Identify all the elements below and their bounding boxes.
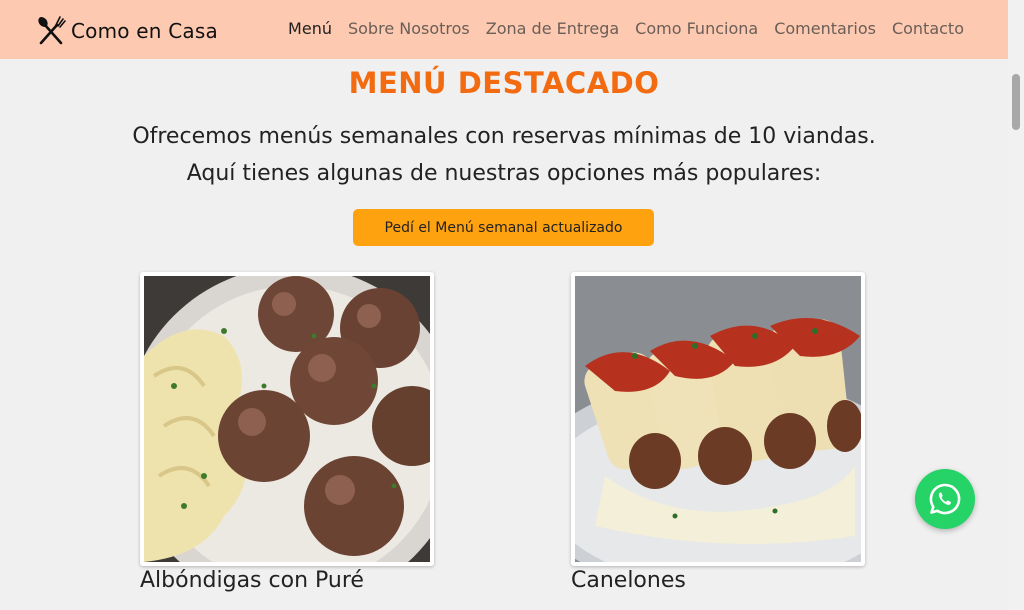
dish-card[interactable]: Albóndigas con Puré	[140, 272, 434, 593]
nav-item-zona-de-entrega[interactable]: Zona de Entrega	[486, 19, 619, 38]
nav-item-comentarios[interactable]: Comentarios	[774, 19, 876, 38]
scrollbar-thumb[interactable]	[1012, 74, 1020, 130]
intro-line-1: Ofrecemos menús semanales con reservas m…	[132, 124, 876, 149]
intro-line-2: Aquí tienes algunas de nuestras opciones…	[186, 161, 822, 186]
nav-item-contacto[interactable]: Contacto	[892, 19, 964, 38]
dish-card[interactable]: Canelones	[571, 272, 865, 593]
whatsapp-button[interactable]	[915, 469, 975, 529]
dish-name: Albóndigas con Puré	[140, 568, 364, 593]
nav-item-como-funciona[interactable]: Como Funciona	[635, 19, 758, 38]
navbar: Como en Casa Menú Sobre Nosotros Zona de…	[0, 0, 1008, 59]
nav-item-sobre-nosotros[interactable]: Sobre Nosotros	[348, 19, 470, 38]
brand-logo[interactable]: Como en Casa	[35, 15, 218, 47]
menu-intro: Ofrecemos menús semanales con reservas m…	[0, 118, 1008, 192]
nav-item-menu[interactable]: Menú	[288, 19, 332, 38]
page-scrollbar[interactable]	[1008, 0, 1024, 610]
dish-name: Canelones	[571, 568, 686, 593]
menu-section-title: MENÚ DESTACADO	[348, 66, 660, 100]
brand-name: Como en Casa	[71, 19, 218, 43]
fork-knife-icon	[35, 15, 67, 47]
dish-photo-albondigas	[140, 272, 434, 566]
weekly-menu-button[interactable]: Pedí el Menú semanal actualizado	[353, 209, 654, 246]
whatsapp-icon	[929, 483, 961, 515]
nav-links: Menú Sobre Nosotros Zona de Entrega Como…	[272, 19, 964, 38]
dish-photo-canelones	[571, 272, 865, 566]
